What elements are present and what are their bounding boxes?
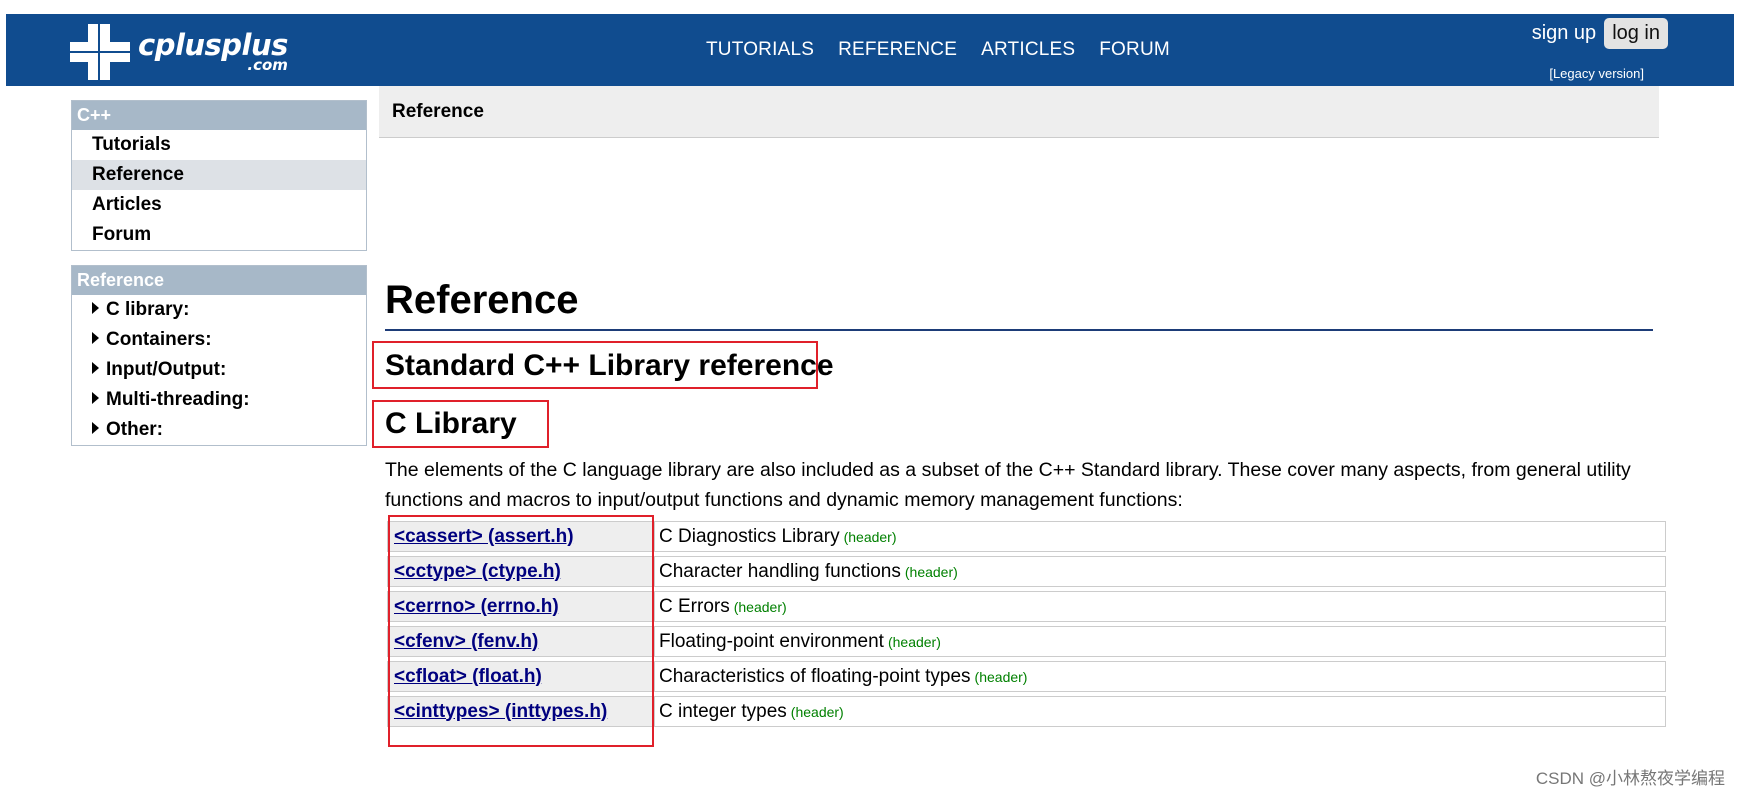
nav-articles[interactable]: ARTICLES <box>981 39 1075 61</box>
section-subtitle: Standard C++ Library reference <box>385 349 834 382</box>
nav-tutorials[interactable]: TUTORIALS <box>706 39 814 61</box>
expand-triangle-icon <box>92 422 99 434</box>
logo-cross-icon <box>70 24 130 80</box>
nav-reference[interactable]: REFERENCE <box>838 39 957 61</box>
page: cplusplus .com TUTORIALS REFERENCE ARTIC… <box>0 0 1737 796</box>
expand-triangle-icon <box>92 392 99 404</box>
sidebar-item-reference[interactable]: Reference <box>72 160 366 190</box>
sidebar-tree-label: Other: <box>106 419 163 440</box>
sidebar-cpp-box: C++ Tutorials Reference Articles Forum <box>71 100 367 251</box>
breadcrumb: Reference <box>379 86 1659 138</box>
sidebar-cpp-title: C++ <box>72 101 366 130</box>
header-tag: (header) <box>974 668 1028 685</box>
expand-triangle-icon <box>92 362 99 374</box>
sidebar-tree-label: Input/Output: <box>106 359 227 380</box>
page-title: Reference <box>385 278 579 322</box>
header-desc-cell: C Diagnostics Library (header) <box>655 521 1666 552</box>
sidebar-tree-label: Multi-threading: <box>106 389 250 410</box>
header-desc: C integer types <box>659 700 787 722</box>
sidebar-tree-label: C library: <box>106 299 190 320</box>
expand-triangle-icon <box>92 302 99 314</box>
header-desc-cell: Floating-point environment (header) <box>655 626 1666 657</box>
header-tag: (header) <box>790 703 844 720</box>
sidebar-tree-input-output[interactable]: Input/Output: <box>72 355 366 385</box>
top-bar: cplusplus .com TUTORIALS REFERENCE ARTIC… <box>6 14 1734 86</box>
header-desc: Characteristics of floating-point types <box>659 665 971 687</box>
header-desc-cell: Characteristics of floating-point types(… <box>655 661 1666 692</box>
header-tag: (header) <box>887 633 941 650</box>
sidebar-item-tutorials[interactable]: Tutorials <box>72 130 366 160</box>
header-desc: Floating-point environment <box>659 630 884 652</box>
header-desc: C Diagnostics Library <box>659 525 840 547</box>
title-divider <box>385 329 1653 331</box>
sidebar-item-articles[interactable]: Articles <box>72 190 366 220</box>
header-desc-cell: C integer types (header) <box>655 696 1666 727</box>
sidebar-item-forum[interactable]: Forum <box>72 220 366 250</box>
sidebar-tree-other[interactable]: Other: <box>72 415 366 445</box>
legacy-version-link[interactable]: [Legacy version] <box>1549 66 1644 81</box>
header-tag: (header) <box>733 598 787 615</box>
expand-triangle-icon <box>92 332 99 344</box>
sign-up-link[interactable]: sign up <box>1532 22 1597 45</box>
intro-paragraph: The elements of the C language library a… <box>385 459 1631 511</box>
sidebar-reference-title: Reference <box>72 266 366 295</box>
header-desc: C Errors <box>659 595 730 617</box>
header-tag: (header) <box>904 563 958 580</box>
sidebar-tree-multi-threading[interactable]: Multi-threading: <box>72 385 366 415</box>
logo-text: cplusplus .com <box>138 31 288 73</box>
header-tag: (header) <box>843 528 897 545</box>
sidebar-tree-c-library[interactable]: C library: <box>72 295 366 325</box>
highlight-box-table <box>388 515 654 747</box>
auth-links: sign up log in <box>1532 18 1668 49</box>
watermark: CSDN @小林熬夜学编程 <box>1535 769 1725 788</box>
section-title: C Library <box>385 407 517 440</box>
sidebar-reference-box: Reference C library: Containers: Input/O… <box>71 265 367 446</box>
site-logo[interactable]: cplusplus .com <box>70 24 288 80</box>
header-desc: Character handling functions <box>659 560 901 582</box>
breadcrumb-label: Reference <box>392 101 484 122</box>
sidebar-tree-label: Containers: <box>106 329 212 350</box>
log-in-button[interactable]: log in <box>1604 18 1668 49</box>
top-nav: TUTORIALS REFERENCE ARTICLES FORUM <box>706 39 1194 61</box>
nav-forum[interactable]: FORUM <box>1099 39 1170 61</box>
sidebar-tree-containers[interactable]: Containers: <box>72 325 366 355</box>
header-desc-cell: Character handling functions (header) <box>655 556 1666 587</box>
header-desc-cell: C Errors (header) <box>655 591 1666 622</box>
